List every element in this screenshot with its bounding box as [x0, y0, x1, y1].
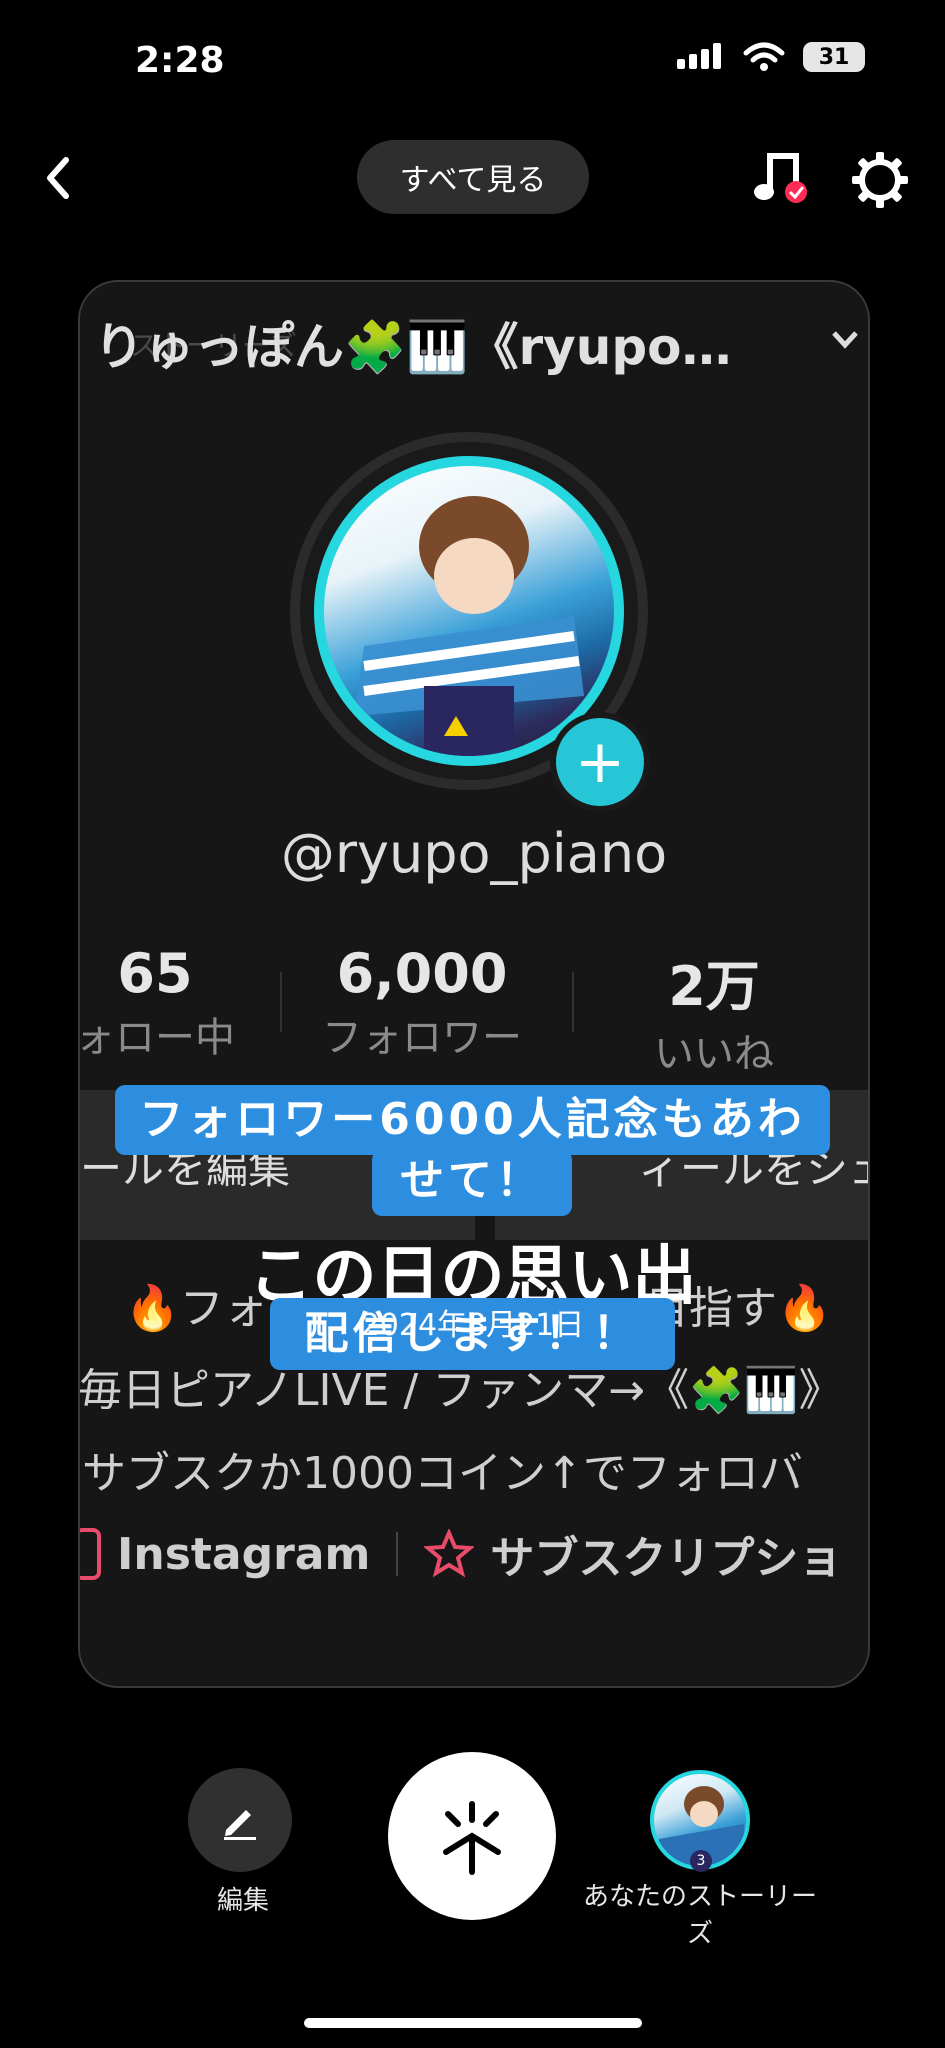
- battery-indicator: 31: [803, 42, 865, 72]
- instagram-icon: [80, 1528, 101, 1580]
- status-time: 2:28: [135, 40, 225, 81]
- edit-circle: [188, 1768, 292, 1872]
- edit-label: 編集: [216, 1886, 269, 1916]
- subscription-icon: [424, 1529, 475, 1578]
- settings-button[interactable]: [850, 150, 910, 214]
- music-note-icon: [754, 153, 807, 203]
- memory-date: 2024年8月21日: [360, 1308, 585, 1343]
- add-story-plus-icon: +: [550, 712, 650, 812]
- home-indicator[interactable]: [304, 2018, 642, 2028]
- profile-handle: @ryupo_piano: [280, 822, 668, 885]
- bio-line-3: サブスクか1000コイン↑でフォロバ: [82, 1448, 803, 1499]
- links-row: Instagram サブスクリプショ: [80, 1522, 843, 1586]
- profile-name: りゅっぽん🧩🎹《ryupo…: [94, 318, 732, 376]
- stories-label: あなたのストーリーズ: [582, 1882, 817, 1949]
- see-all-button[interactable]: すべて見る: [357, 140, 589, 214]
- stat-followers: 6,000 フォロワー: [322, 942, 522, 1061]
- stats-row: 65 ォロー中 6,000 フォロワー 2万 いいね: [80, 942, 868, 1079]
- wifi-icon: [743, 42, 785, 71]
- create-memory-button[interactable]: [388, 1752, 556, 1920]
- stat-likes: 2万 いいね: [654, 955, 774, 1077]
- sparkle-capture-icon: [443, 1801, 501, 1875]
- instagram-link: Instagram: [117, 1528, 371, 1580]
- stat-following: 65 ォロー中: [78, 942, 235, 1061]
- follower-milestone-sticker-line2[interactable]: せて！: [372, 1150, 572, 1216]
- memory-card[interactable]: ストーリーズ りゅっぽん🧩🎹《ryupo… + @ryupo_piano 65 …: [78, 280, 870, 1688]
- music-button[interactable]: [752, 148, 810, 212]
- your-stories-button[interactable]: 3 あなたのストーリーズ: [580, 1770, 820, 1950]
- status-icons: 31: [677, 42, 865, 72]
- gear-icon: [852, 152, 908, 208]
- back-button[interactable]: [38, 150, 78, 210]
- pencil-icon: [224, 1810, 256, 1840]
- subscription-link: サブスクリプショ: [490, 1533, 843, 1584]
- follower-milestone-sticker[interactable]: フォロワー6000人記念もあわ: [115, 1085, 830, 1155]
- stories-count-badge: 3: [690, 1850, 712, 1872]
- edit-button[interactable]: 編集: [188, 1768, 298, 1917]
- cellular-signal-icon: [677, 43, 721, 69]
- chevron-down-icon: [832, 331, 858, 349]
- chevron-left-icon: [47, 157, 69, 199]
